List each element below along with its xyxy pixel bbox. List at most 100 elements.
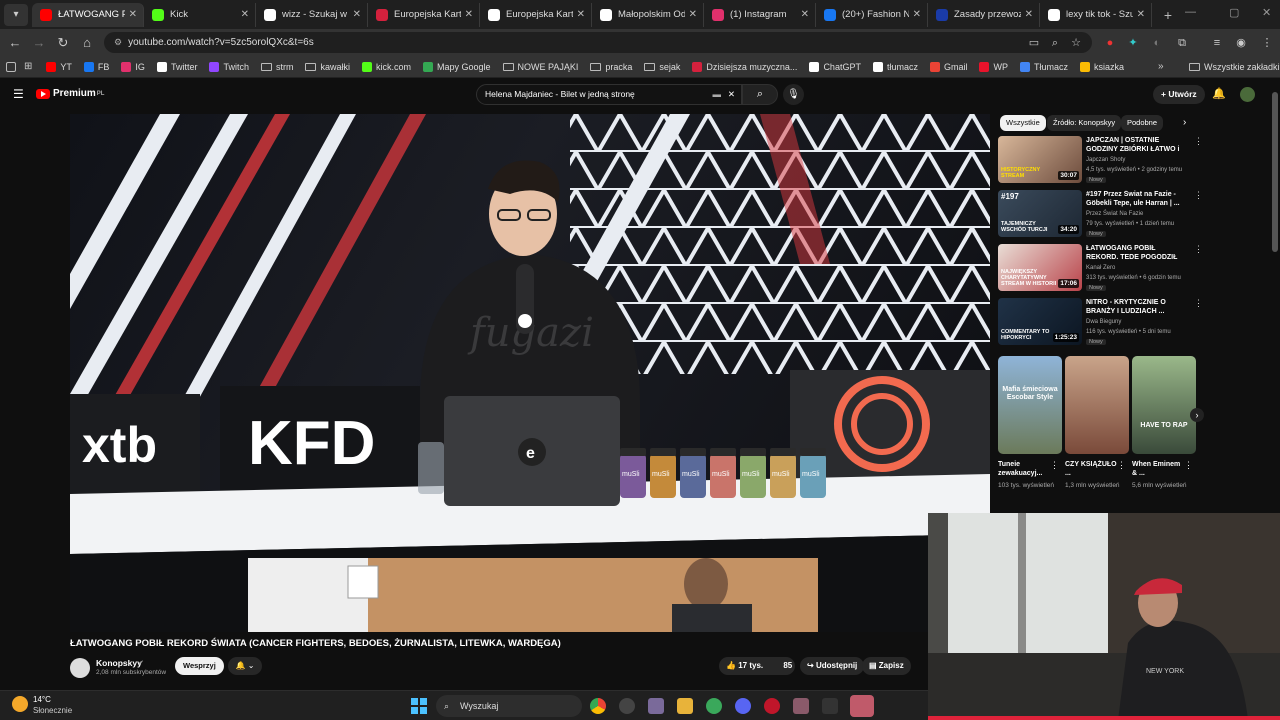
opera-icon[interactable] — [764, 698, 780, 714]
reading-list-icon[interactable]: ≡ — [1210, 36, 1224, 50]
bookmark-item[interactable]: WP — [979, 61, 1008, 72]
video-thumbnail[interactable]: COMMENTARY TO HIPOKRYCI 1:25:23 — [998, 298, 1082, 345]
bookmark-item[interactable]: Twitter — [156, 61, 197, 72]
notifications-bell-icon[interactable]: 🔔 — [1212, 87, 1226, 100]
hamburger-menu-icon[interactable]: ☰ — [13, 87, 24, 101]
record-extension-icon[interactable]: ● — [1103, 36, 1117, 50]
bookmark-item[interactable]: Gmail — [929, 61, 967, 72]
save-button[interactable]: ▤ Zapisz — [862, 657, 911, 675]
bookmark-item[interactable]: Twitch — [209, 61, 249, 72]
close-tab-icon[interactable]: ✕ — [801, 9, 809, 20]
create-button[interactable]: + Utwórz — [1153, 85, 1205, 104]
home-icon[interactable]: ⌂ — [75, 35, 99, 50]
short-thumbnail[interactable]: Mafia śmieciowa Escobar Style — [998, 356, 1062, 454]
youtube-logo[interactable]: Premium PL — [36, 88, 104, 99]
short-thumbnail[interactable]: HAVE TO RAP — [1132, 356, 1196, 454]
bookmark-item[interactable]: Dzisiejsza muzyczna... — [692, 61, 797, 72]
file-explorer-icon[interactable] — [677, 698, 693, 714]
channel-avatar[interactable] — [70, 658, 90, 678]
browser-tab[interactable]: Kick ✕ — [144, 2, 256, 27]
close-window-icon[interactable]: ✕ — [1262, 6, 1271, 19]
bookmark-star-icon[interactable]: ☆ — [1069, 36, 1083, 50]
bookmark-item[interactable]: YT — [46, 61, 72, 72]
new-tab-button[interactable]: + — [1158, 7, 1178, 23]
bookmark-item[interactable]: ChatGPT — [809, 61, 861, 72]
browser-app-icon[interactable] — [706, 698, 722, 714]
app-icon[interactable] — [648, 698, 664, 714]
like-button[interactable]: 👍 17 tys. 85 — [719, 657, 795, 675]
short-item[interactable]: CZY KSIĄŻUŁO ... ⋮ 1,3 mln wyświetleń — [1065, 356, 1129, 490]
filter-chip[interactable]: Podobne — [1121, 115, 1164, 131]
notification-bell-button[interactable]: 🔔 ⌄ — [228, 657, 262, 675]
channel-name[interactable]: Dwa Bieguny — [1086, 319, 1121, 325]
tab-search-button[interactable]: ▾ — [4, 3, 28, 26]
search-button[interactable]: ⌕ — [742, 84, 778, 105]
short-title[interactable]: CZY KSIĄŻUŁO ... — [1065, 460, 1117, 478]
browser-tab[interactable]: Europejska Karta ✕ — [480, 2, 592, 27]
voice-search-button[interactable]: 🎙 — [783, 84, 804, 105]
clear-search-icon[interactable]: ✕ — [728, 85, 735, 104]
more-options-icon[interactable]: ⋮ — [1194, 190, 1203, 201]
extensions-puzzle-icon[interactable]: ⧉ — [1175, 36, 1189, 50]
temperature[interactable]: 14°C — [33, 695, 51, 704]
bookmark-item[interactable]: NOWE PAJĄKI — [502, 62, 578, 72]
more-options-icon[interactable]: ⋮ — [1194, 244, 1203, 255]
more-options-icon[interactable]: ⋮ — [1184, 460, 1193, 471]
close-tab-icon[interactable]: ✕ — [465, 9, 473, 20]
obs-icon[interactable] — [619, 698, 635, 714]
channel-name[interactable]: Przez Świat Na Fazie — [1086, 211, 1143, 217]
close-tab-icon[interactable]: ✕ — [1025, 9, 1033, 20]
keyboard-icon[interactable]: ▬ — [713, 85, 722, 104]
taskbar-search-input[interactable]: ⌕ Wyszukaj — [436, 695, 582, 717]
recommendation-item[interactable]: HISTORYCZNY STREAM 30:07 JAPCZAN | OSTATNI… — [998, 136, 1268, 186]
browser-tab[interactable]: (1) Instagram ✕ — [704, 2, 816, 27]
extension-2-icon[interactable]: ◐ — [1150, 36, 1164, 50]
video-thumbnail[interactable]: NAJWIĘKSZY CHARYTATYWNY STREAM W HISTORI… — [998, 244, 1082, 291]
bookmark-item[interactable]: tłumacz — [872, 61, 918, 72]
bookmark-item[interactable]: FB — [83, 61, 109, 72]
bookmark-item[interactable]: pracka — [590, 62, 632, 72]
weather-status[interactable]: Słonecznie — [33, 706, 72, 715]
close-tab-icon[interactable]: ✕ — [913, 9, 921, 20]
apps-grid-icon[interactable]: ⊞ — [24, 61, 32, 72]
video-player[interactable]: xtb KFD fugazi e muSli muSli muSli muSli muS… — [70, 114, 990, 632]
short-item[interactable]: HAVE TO RAP When Eminem & ... ⋮ 5,6 mln wyś… — [1132, 356, 1196, 490]
address-bar[interactable]: ⚙ youtube.com/watch?v=5zc5orolQXc&t=6s — [104, 32, 1092, 53]
close-tab-icon[interactable]: ✕ — [577, 9, 585, 20]
zoom-icon[interactable]: ⌕ — [1048, 36, 1062, 50]
close-tab-icon[interactable]: ✕ — [1137, 9, 1145, 20]
avatar[interactable] — [1240, 87, 1255, 102]
all-bookmarks-button[interactable]: Wszystkie zakładki — [1189, 62, 1280, 72]
bookmark-item[interactable]: Tłumacz — [1019, 61, 1068, 72]
bookmark-item[interactable]: kawałki — [305, 62, 350, 72]
recommendation-item[interactable]: COMMENTARY TO HIPOKRYCI 1:25:23 NITRO - KR… — [998, 298, 1268, 348]
filter-chip[interactable]: Źródło: Konopskyy — [1047, 115, 1122, 131]
video-title[interactable]: #197 Przez Świat na Fazie - Göbekli Tepe… — [1086, 190, 1186, 208]
windows-start-icon[interactable] — [411, 698, 427, 714]
site-info-icon[interactable]: ⚙ — [114, 37, 122, 48]
more-bookmarks-icon[interactable]: » — [1158, 61, 1164, 72]
browser-tab[interactable]: wizz - Szukaj w G ✕ — [256, 2, 368, 27]
reload-icon[interactable]: ↻ — [51, 35, 75, 51]
close-tab-icon[interactable]: ✕ — [689, 9, 697, 20]
cast-icon[interactable]: ▭ — [1027, 36, 1041, 50]
channel-name[interactable]: Japczan Shoty — [1086, 157, 1125, 163]
forward-icon[interactable]: → — [27, 35, 51, 50]
filter-chip[interactable]: Wszystkie — [1000, 115, 1046, 131]
close-tab-icon[interactable]: ✕ — [129, 9, 137, 20]
bookmark-item[interactable]: strm — [260, 62, 293, 72]
app-2-icon[interactable] — [793, 698, 809, 714]
more-options-icon[interactable]: ⋮ — [1194, 136, 1203, 147]
browser-tab[interactable]: ŁATWOGANG PO ✕ — [32, 2, 144, 27]
browser-tab[interactable]: Zasady przewozu ✕ — [928, 2, 1040, 27]
more-options-icon[interactable]: ⋮ — [1050, 460, 1059, 471]
menu-dots-icon[interactable]: ⋮ — [1260, 36, 1274, 50]
close-tab-icon[interactable]: ✕ — [353, 9, 361, 20]
profile-avatar-icon[interactable]: ◉ — [1234, 36, 1248, 50]
channel-name[interactable]: Kanał Zero — [1086, 265, 1115, 271]
short-title[interactable]: Tuneie zewakuacyj... — [998, 460, 1050, 478]
side-panel-icon[interactable] — [6, 61, 16, 72]
close-tab-icon[interactable]: ✕ — [241, 9, 249, 20]
more-options-icon[interactable]: ⋮ — [1194, 298, 1203, 309]
short-item[interactable]: Mafia śmieciowa Escobar Style Tuneie zewa… — [998, 356, 1062, 490]
